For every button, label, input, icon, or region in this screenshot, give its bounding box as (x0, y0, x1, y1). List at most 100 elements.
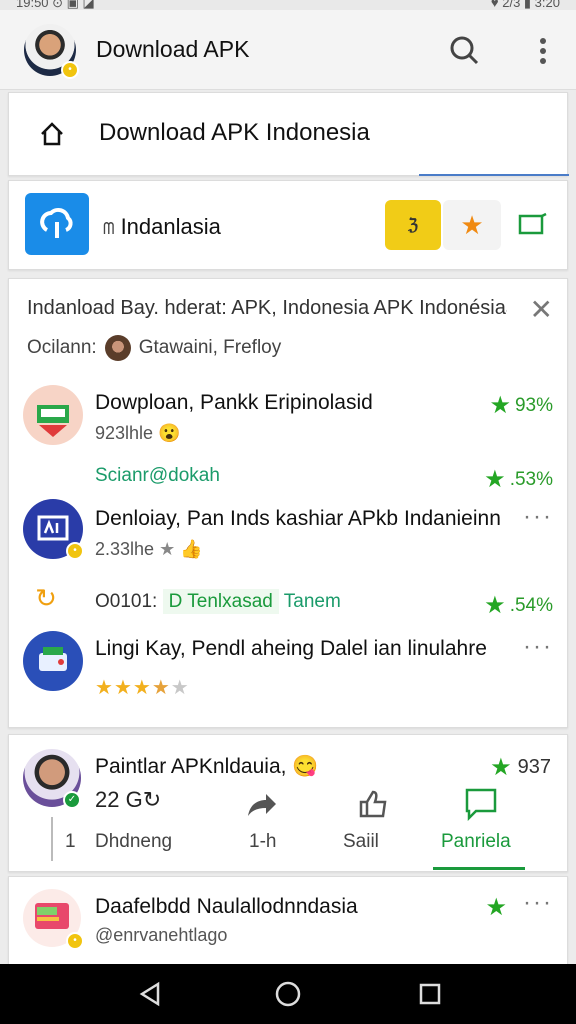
rating-stat: ★ .54% (484, 591, 553, 620)
star-rating: ★★★★★ (95, 675, 190, 700)
post-handle[interactable]: @enrvanehtlago (95, 925, 227, 946)
star-icon: ★ (460, 209, 484, 240)
stat-value: .54% (509, 594, 553, 616)
feed-sub-right: Gtawaini, Frefloy (138, 337, 282, 358)
back-triangle-icon (139, 981, 160, 1007)
post-rating: ★ 937 (490, 753, 551, 782)
home-icon (41, 122, 63, 146)
app-logo (25, 193, 89, 255)
like-small-icon: 👍 (180, 539, 203, 559)
recents-square-icon (419, 983, 441, 1005)
list-item-meta: 923lhle 😮 (95, 423, 181, 444)
list-item-title[interactable]: Denloiay, Pan Inds kashiar APkb Indaniei… (95, 507, 525, 531)
feed-header: Indanload Bay. hderat: APK, Indonesia AP… (27, 297, 507, 319)
recents-button[interactable] (414, 980, 446, 1008)
list-item-title[interactable]: Lingi Kay, Pendl aheing Dalel ian linula… (95, 637, 525, 661)
verified-icon: ✓ (63, 791, 81, 809)
feed-card: Indanload Bay. hderat: APK, Indonesia AP… (8, 278, 568, 728)
status-left: 19:50 ⊙ ▣ ◪ (16, 0, 95, 10)
more-menu-button[interactable] (528, 34, 558, 68)
action-label[interactable]: Saiil (343, 831, 379, 853)
more-vertical-icon (540, 38, 546, 64)
post-title: Paintlar APKnldauia, 😋 (95, 755, 318, 779)
page-title: Download APK (96, 36, 250, 62)
rating-star-icon: ★ (151, 677, 171, 699)
category-post[interactable]: Tanem (284, 591, 341, 612)
star-button[interactable]: ★ (443, 200, 501, 250)
system-nav-bar (0, 964, 576, 1024)
bottom-post-card: • Daafelbdd Naulallodnndasia @enrvanehtl… (8, 876, 568, 968)
app-icon-5[interactable] (23, 631, 83, 691)
yellow-action-button[interactable]: ℨ (385, 200, 441, 250)
rating-stat: ★ 93% (489, 391, 553, 420)
action-count: 1 (65, 831, 76, 852)
action-label[interactable]: 1-h (249, 831, 276, 853)
post-card: ✓ Paintlar APKnldauia, 😋 ★ 937 22 G↻ 1 Dh… (8, 734, 568, 872)
more-options-icon[interactable]: ··· (523, 889, 553, 917)
emoji-icon: 😮 (158, 423, 181, 443)
profile-avatar[interactable]: • (24, 24, 79, 79)
star-outline-icon: ★ (159, 539, 176, 559)
window-button[interactable] (515, 209, 551, 239)
like-icon (359, 790, 387, 818)
comment-button[interactable] (461, 785, 501, 823)
rating-star-icon: ★ (113, 677, 133, 699)
home-card[interactable]: Download APK Indonesia (8, 92, 569, 176)
search-icon (450, 36, 479, 65)
app-name: ᗰ Indanlasia (103, 214, 221, 240)
emoji-reactions-icon: G↻ (125, 787, 162, 812)
mini-avatar (104, 335, 131, 361)
home-nav-button[interactable] (272, 980, 304, 1008)
badge-icon: • (61, 61, 79, 79)
star-icon: ★ (490, 754, 512, 781)
more-options-icon[interactable]: ··· (523, 633, 553, 661)
share-button[interactable] (241, 787, 281, 823)
home-circle-icon (275, 981, 301, 1007)
action-label-active[interactable]: Panriela (441, 831, 511, 853)
post-title[interactable]: Daafelbdd Naulallodnndasia (95, 895, 358, 919)
list-item-title[interactable]: Dowploan, Pankk Eripinolasid (95, 391, 415, 415)
search-button[interactable] (446, 32, 482, 68)
stat-value: 93% (514, 394, 553, 416)
star-rating-stars: ★★★★★ (95, 677, 190, 699)
tab-indicator (419, 174, 569, 176)
stat-value: .53% (509, 468, 553, 490)
app-icon-1[interactable] (23, 385, 83, 445)
share-arrow-icon (248, 794, 276, 816)
app-name-text: Indanlasia (120, 214, 221, 239)
handle-link[interactable]: Scianr@dokah (95, 465, 220, 487)
list-item-meta: 2.33lhe ★ 👍 (95, 539, 203, 560)
like-count-value: 22 (95, 787, 120, 812)
app-icon-3[interactable]: • (23, 499, 84, 560)
app-card[interactable]: ᗰ Indanlasia ℨ ★ (8, 180, 568, 270)
rating-star-icon: ★ (95, 677, 114, 699)
star-icon: ★ (484, 466, 506, 493)
divider (51, 817, 53, 861)
cloud-logo-icon (40, 207, 73, 238)
status-bar: 19:50 ⊙ ▣ ◪ ♥ 2/3 ▮ 3:20 (0, 0, 576, 10)
category-pre: O0101: (95, 591, 158, 612)
star-icon: ★ (484, 592, 506, 619)
close-button[interactable]: ✕ (530, 293, 553, 326)
post-title-text: Paintlar APKnldauia, (95, 755, 287, 778)
rating-star-icon: ★ (170, 677, 190, 699)
like-button[interactable] (353, 785, 393, 823)
home-button[interactable] (37, 119, 67, 149)
comment-icon (465, 788, 497, 821)
rating-stat: ★ .53% (484, 465, 553, 494)
app-icon[interactable]: • (23, 889, 84, 950)
action-label[interactable]: Dhdneng (95, 831, 172, 853)
badge-icon: • (66, 932, 84, 950)
stat-value: 937 (517, 756, 551, 778)
back-button[interactable] (134, 980, 166, 1008)
meta-text: 2.33lhe (95, 539, 155, 559)
rating-star-icon: ★ (132, 677, 152, 699)
close-icon: ✕ (529, 294, 553, 325)
badge-icon: • (66, 542, 84, 560)
rating-stat: ★ (485, 893, 507, 922)
category-chip[interactable]: D Tenlxasad (162, 589, 279, 614)
more-options-icon[interactable]: ··· (523, 503, 553, 531)
emoji-icon: 😋 (292, 755, 319, 778)
status-right: ♥ 2/3 ▮ 3:20 (490, 0, 560, 10)
home-title: Download APK Indonesia (99, 119, 370, 146)
